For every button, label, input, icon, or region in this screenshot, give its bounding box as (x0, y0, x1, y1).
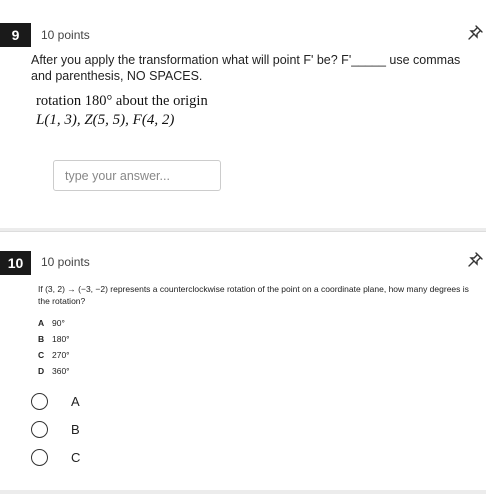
choice-label-b[interactable]: B (71, 422, 80, 437)
question-number: 10 (0, 251, 31, 275)
choice-label-c[interactable]: C (71, 450, 80, 465)
image-option-d: D 360° (38, 366, 70, 376)
question-number: 9 (0, 23, 31, 47)
pin-icon[interactable] (466, 251, 484, 269)
points-label: 10 points (41, 255, 90, 269)
question-image-text: If (3, 2) → (−3, −2) represents a counte… (38, 284, 469, 306)
image-option-b: B 180° (38, 334, 70, 344)
divider (0, 231, 486, 232)
radio-choice-c[interactable] (31, 449, 48, 466)
question-prompt: After you apply the transformation what … (31, 53, 461, 83)
question-card-9: 9 10 points After you apply the transfor… (0, 0, 486, 228)
radio-choice-a[interactable] (31, 393, 48, 410)
radio-choice-b[interactable] (31, 421, 48, 438)
points-label: 10 points (41, 28, 90, 42)
pin-icon[interactable] (466, 24, 484, 42)
question-image: rotation 180° about the origin L(1, 3), … (36, 92, 208, 130)
image-option-a: A 90° (38, 318, 65, 328)
image-option-c: C 270° (38, 350, 70, 360)
answer-input[interactable] (53, 160, 221, 191)
transformation-text: rotation 180° about the origin (36, 93, 208, 109)
points-list-text: L(1, 3), Z(5, 5), F(4, 2) (36, 112, 175, 128)
choice-label-a[interactable]: A (71, 394, 80, 409)
